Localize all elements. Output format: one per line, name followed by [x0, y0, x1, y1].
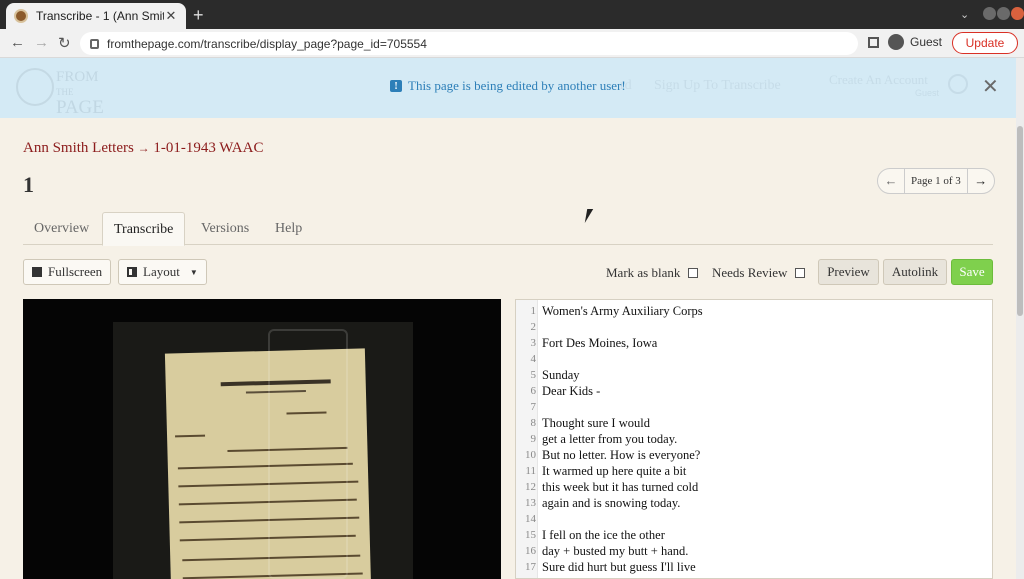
tab-versions[interactable]: Versions [190, 212, 260, 245]
new-tab-icon[interactable]: + [193, 5, 204, 26]
fullscreen-icon [32, 267, 42, 277]
tab-help[interactable]: Help [264, 212, 313, 245]
maximize-icon[interactable] [997, 7, 1010, 20]
page-scrollbar[interactable] [1016, 58, 1024, 579]
profile-button[interactable]: Guest [888, 34, 942, 50]
user-avatar-icon[interactable] [948, 74, 968, 94]
needs-review-box[interactable] [795, 268, 806, 278]
site-favicon-icon [14, 9, 28, 23]
url-text: fromthepage.com/transcribe/display_page?… [107, 36, 427, 51]
tab-overview[interactable]: Overview [23, 212, 100, 245]
breadcrumb-arrow: → [137, 141, 150, 155]
browser-tabbar: Transcribe - 1 (Ann Smith ✕ + ⌄ [0, 0, 1024, 29]
sleeve-edge [268, 329, 348, 579]
needs-review-checkbox[interactable]: Needs Review [712, 265, 806, 281]
tab-transcribe[interactable]: Transcribe [102, 212, 186, 246]
mark-blank-label: Mark as blank [606, 265, 681, 280]
caret-down-icon: ▼ [189, 267, 198, 277]
pager-label: Page 1 of 3 [904, 169, 968, 193]
prev-page-icon[interactable]: ← [878, 173, 904, 189]
mouse-pointer-icon [584, 209, 600, 223]
forward-icon[interactable]: → [34, 34, 49, 51]
nav-signup[interactable]: Sign Up To Transcribe [654, 78, 781, 94]
autolink-button[interactable]: Autolink [883, 259, 947, 285]
next-page-icon[interactable]: → [968, 173, 994, 189]
page-pager: ← Page 1 of 3 → [877, 168, 995, 194]
breadcrumb-work[interactable]: 1-01-1943 WAAC [153, 140, 263, 156]
profile-avatar-icon [888, 34, 904, 50]
page-image-viewer[interactable] [23, 299, 501, 579]
side-panel-icon[interactable] [868, 37, 879, 48]
mark-blank-box[interactable] [688, 268, 699, 278]
tab-search-icon[interactable]: ⌄ [960, 8, 969, 21]
close-alert-icon[interactable]: ✕ [982, 74, 999, 99]
update-button[interactable]: Update [952, 32, 1018, 54]
edit-lock-alert: ! This page is being edited by another u… [390, 78, 626, 94]
layout-label: Layout [143, 264, 180, 279]
mark-blank-checkbox[interactable]: Mark as blank [606, 265, 699, 281]
minimize-icon[interactable] [983, 7, 996, 20]
lock-icon [90, 38, 99, 49]
address-bar[interactable]: fromthepage.com/transcribe/display_page?… [80, 32, 858, 55]
page-title: 1 [23, 172, 34, 197]
site-header: FROM THE PAGE rd Sign Up To Transcribe C… [0, 58, 1016, 118]
needs-review-label: Needs Review [712, 265, 788, 280]
profile-label: Guest [910, 35, 943, 49]
layout-icon [127, 267, 137, 277]
breadcrumb-collection[interactable]: Ann Smith Letters [23, 140, 134, 156]
scrollbar-thumb[interactable] [1017, 126, 1023, 316]
save-button[interactable]: Save [951, 259, 993, 285]
nav-create-account[interactable]: Create An Account [829, 72, 928, 88]
back-icon[interactable]: ← [10, 34, 25, 51]
layout-dropdown[interactable]: Layout ▼ [118, 259, 207, 285]
window-close-icon[interactable] [1011, 7, 1024, 20]
reload-icon[interactable]: ↻ [58, 34, 71, 52]
transcription-editor[interactable]: 1 Women's Army Auxiliary Corps 2 3 Fort De… [515, 299, 993, 579]
breadcrumb: Ann Smith Letters → 1-01-1943 WAAC [23, 140, 263, 157]
browser-tab[interactable]: Transcribe - 1 (Ann Smith ✕ [6, 3, 186, 29]
alert-text: This page is being edited by another use… [408, 78, 626, 93]
fullscreen-button[interactable]: Fullscreen [23, 259, 112, 285]
browser-tab-title: Transcribe - 1 (Ann Smith [36, 9, 164, 23]
browser-toolbar: ← → ↻ fromthepage.com/transcribe/display… [0, 29, 1024, 58]
page-tabs: Overview Transcribe Versions Help [23, 212, 993, 246]
logo-page: PAGE [56, 97, 104, 118]
fullscreen-label: Fullscreen [48, 264, 103, 279]
site-logo[interactable]: FROM THE PAGE [56, 69, 104, 118]
warning-icon: ! [390, 80, 402, 92]
logo-icon[interactable] [16, 68, 54, 106]
preview-button[interactable]: Preview [818, 259, 879, 285]
close-tab-icon[interactable]: ✕ [164, 8, 178, 24]
logo-from: FROM [56, 69, 99, 85]
nav-guest-label: Guest [915, 88, 940, 98]
